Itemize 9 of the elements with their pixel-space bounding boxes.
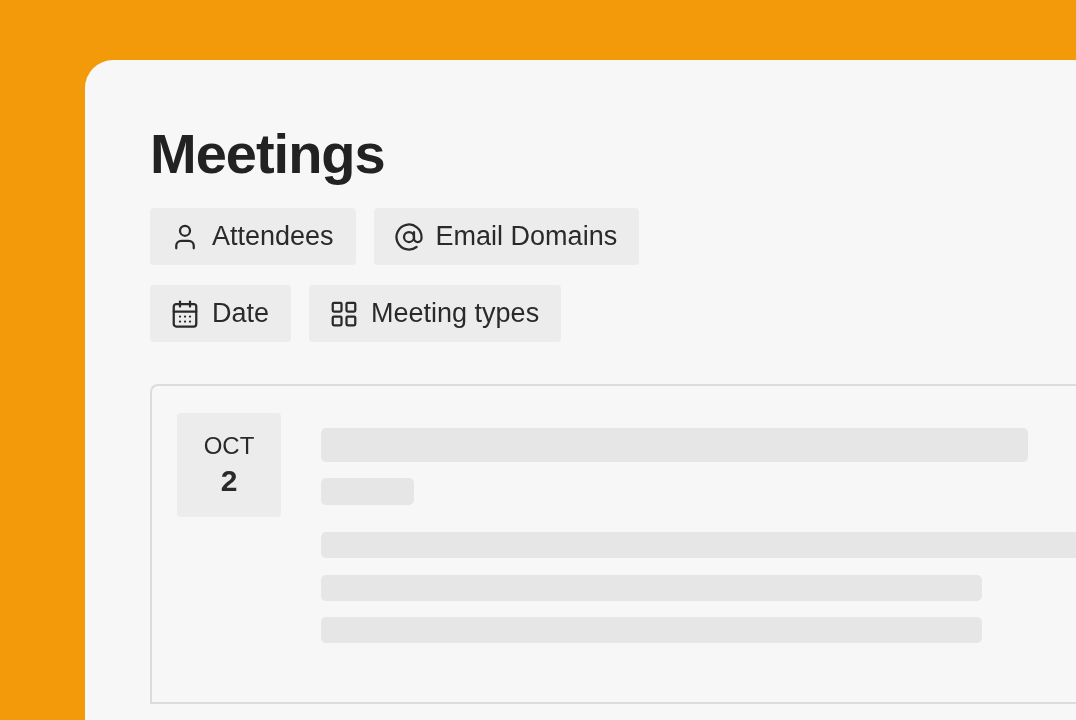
- filter-button[interactable]: Meeting types: [309, 285, 562, 342]
- day-label: 2: [220, 464, 238, 498]
- month-label: OCT: [203, 432, 255, 460]
- filter-button[interactable]: Email Domains: [373, 208, 640, 265]
- filter-button[interactable]: Date: [150, 285, 292, 342]
- page-title: Meetings: [150, 122, 386, 186]
- filter-button[interactable]: Attendees: [150, 208, 356, 265]
- at-sign-icon: [393, 221, 424, 252]
- calendar-icon: [170, 298, 200, 329]
